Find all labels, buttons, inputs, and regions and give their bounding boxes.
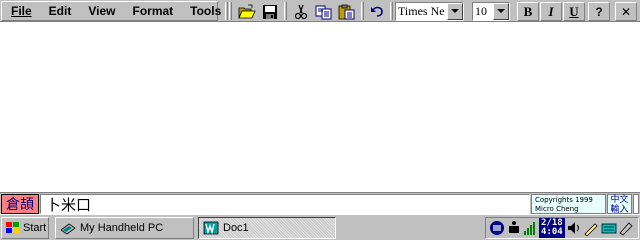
command-bar: File Edit View Format Tools Times Ne 10 … [0, 0, 640, 22]
ime-mode-button[interactable]: 倉頡 [1, 194, 39, 214]
ime-copyright: Copyrights 1999 Micro Cheng [531, 194, 606, 214]
ime-copyright-line2: Micro Cheng [535, 205, 579, 213]
keyboard-icon[interactable] [601, 220, 617, 236]
pc-connection-icon[interactable] [507, 220, 521, 236]
close-button[interactable]: ✕ [615, 2, 637, 21]
clock-time: 4:04 [541, 227, 563, 237]
copy-button[interactable] [313, 2, 335, 21]
italic-label: I [548, 3, 554, 19]
save-button[interactable] [259, 2, 281, 21]
document-area[interactable] [0, 22, 640, 192]
open-folder-icon [238, 4, 256, 18]
paste-button[interactable] [336, 2, 358, 21]
font-name-dropdown-button[interactable] [447, 3, 463, 20]
signal-strength-icon[interactable] [523, 220, 537, 236]
menu-bar: File Edit View Format Tools [1, 1, 221, 21]
input-method-icon[interactable] [489, 220, 505, 236]
ime-copyright-line1: Copyrights 1999 [535, 196, 593, 204]
undo-icon [371, 6, 383, 17]
toolbar-separator [284, 2, 287, 20]
scissors-icon [294, 4, 308, 19]
ime-scroll-edge [633, 194, 639, 214]
task-my-handheld-pc[interactable]: My Handheld PC [55, 217, 194, 239]
underline-button[interactable]: U [563, 2, 585, 21]
system-tray: 2/18 4:04 [485, 217, 639, 239]
taskbar: Start My Handheld PC Doc1 2/18 4:04 [0, 214, 640, 240]
toolbar-grip[interactable] [229, 2, 232, 20]
ime-composition-field[interactable]: 卜米口 [40, 194, 530, 214]
menu-tools[interactable]: Tools [181, 4, 229, 18]
chevron-down-icon [497, 9, 505, 13]
bold-button[interactable]: B [517, 2, 539, 21]
chevron-down-icon [451, 9, 459, 13]
ime-bar: 倉頡 卜米口 Copyrights 1999 Micro Cheng 中文 輸入 [0, 192, 640, 215]
open-button[interactable] [236, 2, 258, 21]
start-label: Start [23, 222, 47, 234]
handheld-pc-icon [60, 223, 76, 235]
menu-format[interactable]: Format [123, 4, 181, 18]
help-button[interactable]: ? [588, 2, 610, 21]
menu-edit[interactable]: Edit [40, 4, 80, 18]
italic-button[interactable]: I [540, 2, 562, 21]
copy-icon [315, 5, 332, 19]
font-size-combo[interactable]: 10 [472, 2, 510, 21]
word-document-icon [203, 221, 219, 235]
task-label: Doc1 [223, 222, 249, 234]
floppy-disk-icon [263, 4, 277, 19]
menu-file[interactable]: File [2, 4, 40, 18]
windows-logo-icon [6, 222, 19, 233]
close-icon: ✕ [620, 4, 632, 19]
font-size-dropdown-button[interactable] [493, 3, 509, 20]
ime-switch-line1: 中文 [610, 195, 629, 205]
ime-switch-button[interactable]: 中文 輸入 [607, 194, 632, 215]
task-doc1[interactable]: Doc1 [198, 217, 336, 239]
toolbar-separator [390, 2, 393, 20]
clock[interactable]: 2/18 4:04 [539, 218, 565, 238]
font-size-value: 10 [475, 4, 487, 18]
toolbar-separator [361, 2, 364, 20]
underline-label: U [569, 3, 579, 19]
desktop-icon[interactable] [619, 220, 633, 236]
cut-button[interactable] [290, 2, 312, 21]
font-name-combo[interactable]: Times Ne [395, 2, 464, 21]
toolbar-grip[interactable] [225, 2, 228, 20]
bold-label: B [523, 3, 533, 19]
font-name-value: Times Ne [398, 4, 445, 18]
start-button[interactable]: Start [1, 217, 49, 239]
undo-button[interactable] [366, 2, 388, 21]
volume-icon[interactable] [567, 220, 581, 236]
stylus-icon[interactable] [583, 220, 599, 236]
help-label: ? [595, 4, 603, 19]
clipboard-paste-icon [338, 4, 355, 19]
task-label: My Handheld PC [80, 222, 164, 234]
menu-view[interactable]: View [79, 4, 123, 18]
ime-composition-text: 卜米口 [46, 195, 92, 214]
